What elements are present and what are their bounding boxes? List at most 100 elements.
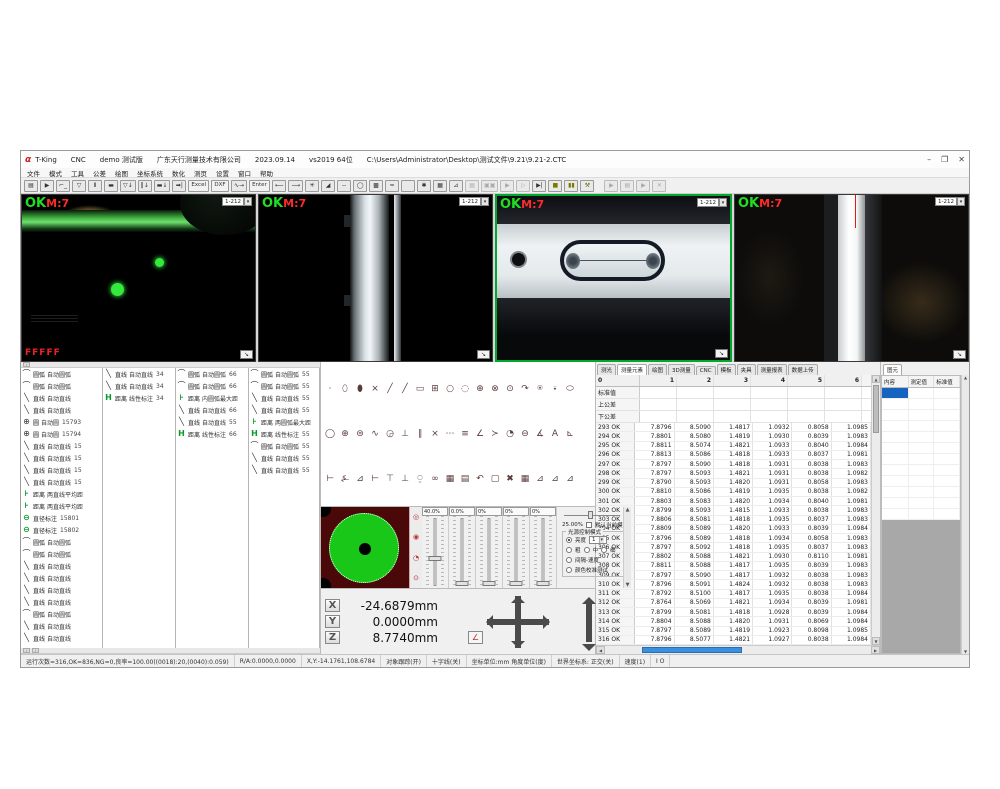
list-item[interactable]: ⊕圆自动圆15794 (21, 428, 102, 440)
menu-item-窗口[interactable]: 窗口 (238, 168, 251, 178)
list-item[interactable]: ⊖直径标注15801 (21, 512, 102, 524)
copy-set-button[interactable]: ▣▣ (481, 180, 498, 192)
tool-icon-1-16[interactable]: ⍣ (548, 382, 562, 396)
list-item[interactable]: ╲直线自动直线66 (176, 404, 248, 416)
list-item[interactable]: H距离线性标注34 (103, 392, 175, 404)
master-brightness-slider[interactable] (564, 511, 620, 519)
channel-slider[interactable] (449, 516, 475, 588)
tool-icon-1-7[interactable]: ▭ (413, 382, 427, 396)
list-item[interactable]: ⌒圆弧自动圆弧66 (176, 380, 248, 392)
camera-zoom-select[interactable]: 1-212▾ (459, 197, 489, 206)
element-row[interactable] (882, 443, 960, 454)
list-item[interactable]: ╲直线自动直线 (21, 572, 102, 584)
table-row[interactable]: 314 OK7.88048.50881.48201.09310.80691.09… (596, 617, 871, 626)
tool-icon-3-11[interactable]: ↶ (473, 472, 487, 486)
list-item[interactable]: ╲直线自动直线55 (249, 464, 319, 476)
red-star-button[interactable]: ✱ (417, 180, 431, 192)
slider-thumb[interactable] (429, 556, 442, 561)
scroll-up-icon[interactable]: ▲ (872, 375, 880, 383)
lightbulb-button[interactable]: ✳ (305, 180, 319, 192)
menu-item-绘图[interactable]: 绘图 (115, 168, 128, 178)
element-row[interactable] (882, 432, 960, 443)
scroll-up-icon[interactable]: ▲ (626, 507, 630, 513)
table-row[interactable]: 309 OK7.87978.50901.48171.09320.80381.09… (596, 571, 871, 580)
tool-icon-1-10[interactable]: ◌ (458, 382, 472, 396)
grid-pattern-button[interactable]: ▦ (433, 180, 447, 192)
ring-outer-icon[interactable]: ◉ (413, 533, 419, 541)
xy-jog-arrows[interactable] (487, 594, 575, 650)
dither-button[interactable]: ▩ (369, 180, 383, 192)
list-item[interactable]: ╲直线自动直线15 (21, 440, 102, 452)
scroll-left-icon[interactable]: ‹ (23, 648, 30, 653)
scroll-down-icon[interactable]: ▼ (872, 637, 880, 645)
jog-right-icon[interactable] (543, 615, 557, 629)
slider-thumb[interactable] (588, 511, 593, 519)
tool-icon-2-4[interactable]: ∿ (368, 427, 382, 441)
tool-icon-2-3[interactable]: ⊜ (353, 427, 367, 441)
table-row[interactable]: 307 OK7.88028.50881.48211.09300.81101.09… (596, 553, 871, 562)
tool-icon-2-14[interactable]: ⊖ (518, 427, 532, 441)
list-item[interactable]: ⌒圆弧自动圆弧 (21, 536, 102, 548)
channel-slider[interactable] (503, 516, 529, 588)
maximize-button[interactable]: ❐ (941, 155, 948, 164)
channel-slider[interactable] (476, 516, 502, 588)
save-2-button[interactable]: ▤ (465, 180, 479, 192)
slider-thumb[interactable] (510, 581, 523, 586)
play-gray-button[interactable]: ▷ (516, 180, 530, 192)
scrollbar-thumb[interactable] (873, 385, 879, 433)
channel-slider[interactable] (422, 516, 448, 588)
table-row[interactable]: 301 OK7.88038.50831.48201.09340.80401.09… (596, 497, 871, 506)
element-row[interactable] (882, 454, 960, 465)
light-options-scrollbar[interactable]: ▲▼ (623, 507, 631, 588)
column-header-1[interactable]: 1 (640, 375, 677, 386)
element-row[interactable] (882, 509, 960, 520)
open-file-button[interactable]: ▶ (40, 180, 54, 192)
table-row[interactable]: 311 OK7.87928.51001.48171.09350.80381.09… (596, 590, 871, 599)
tool-icon-3-14[interactable]: ▦ (518, 472, 532, 486)
tool-icon-3-4[interactable]: ⊢ (368, 472, 382, 486)
close-x-button[interactable]: ✕ (652, 180, 666, 192)
list-item[interactable]: H距离线性标注55 (249, 428, 319, 440)
list-item[interactable]: ╲直线自动直线 (21, 596, 102, 608)
table-row[interactable]: 302 OK7.87998.50931.48151.09330.80381.09… (596, 506, 871, 515)
scroll-left-icon[interactable]: ‹ (23, 362, 30, 367)
mid-radio[interactable] (584, 547, 590, 553)
tool-icon-1-5[interactable]: ╱ (383, 382, 397, 396)
mode-select[interactable]: 1▾ (589, 536, 607, 544)
list-item[interactable]: ╲直线自动直线15 (21, 464, 102, 476)
menu-item-公差[interactable]: 公差 (93, 168, 106, 178)
list-item[interactable]: ╲直线自动直线 (21, 560, 102, 572)
table-row[interactable]: 305 OK7.87968.50891.48181.09340.80581.09… (596, 534, 871, 543)
arrow-right-button[interactable]: ⟶ (288, 180, 303, 192)
column-header-3[interactable]: 3 (714, 375, 751, 386)
column-button[interactable]: Ⅱ (88, 180, 102, 192)
camera-view-2[interactable]: OKM:71-212▾↘ (258, 194, 493, 362)
list-item[interactable]: ╲直线自动直线55 (249, 452, 319, 464)
table-row[interactable]: 304 OK7.88098.50891.48201.09330.80391.09… (596, 525, 871, 534)
terrain-button[interactable]: ◢ (321, 180, 335, 192)
tool-icon-1-11[interactable]: ⊕ (473, 382, 487, 396)
scroll-up-icon[interactable]: ▲ (964, 375, 967, 380)
camera-zoom-select[interactable]: 1-212▾ (935, 197, 965, 206)
tool-icon-1-14[interactable]: ↷ (518, 382, 532, 396)
chevron-down-icon[interactable]: ▾ (599, 537, 605, 543)
element-row[interactable] (882, 498, 960, 509)
table-row[interactable]: 312 OK7.87648.50691.48211.09340.80391.09… (596, 599, 871, 608)
chevron-down-icon[interactable]: ▾ (957, 197, 965, 206)
probe-down-button[interactable]: ▽↓ (120, 180, 136, 192)
polar-toggle-button[interactable]: ∠ (468, 631, 483, 644)
jog-z-up-icon[interactable] (582, 590, 596, 604)
list-item[interactable]: ╲直线自动直线15 (21, 452, 102, 464)
stop-block-button[interactable]: ■ (548, 180, 562, 192)
tab-模板[interactable]: 模板 (717, 364, 736, 375)
tool-icon-3-5[interactable]: ⊤ (383, 472, 397, 486)
menu-item-帮助[interactable]: 帮助 (260, 168, 273, 178)
tool-icon-2-2[interactable]: ⊕ (338, 427, 352, 441)
wave-button[interactable]: ≈ (385, 180, 399, 192)
tool-icon-2-13[interactable]: ◔ (503, 427, 517, 441)
color-cal-radio[interactable] (566, 567, 572, 573)
stage-button[interactable]: ⌐_ (56, 180, 70, 192)
tab-测光[interactable]: 测光 (597, 364, 616, 375)
enter-key-button[interactable]: Enter (249, 180, 270, 192)
tab-绘图[interactable]: 绘图 (648, 364, 667, 375)
